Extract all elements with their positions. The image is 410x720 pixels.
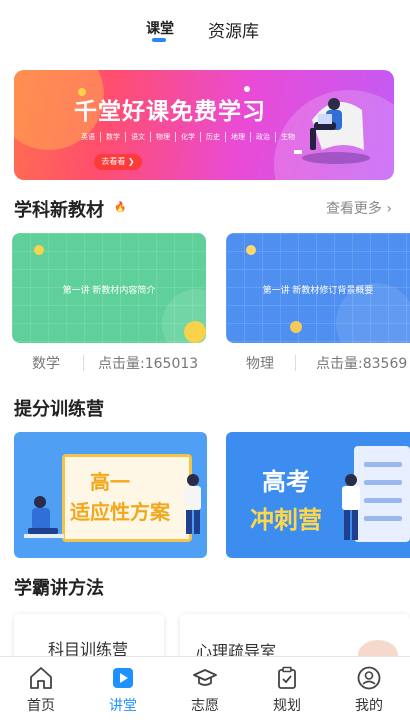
course-card-title: 第一讲 新教材内容简介 [62,286,156,296]
teacher-illustration [185,474,201,534]
active-tab-indicator [152,38,166,42]
banner-subject-list: 英语 数学 语文 物理 化学 历史 地理 政治 生物 [76,132,300,142]
card-decoration [34,245,44,255]
nav-item-plan[interactable]: 规划 [246,657,328,720]
camp-title-line1: 高考 [262,468,310,496]
top-tab-bar: 课堂 资源库 [0,0,410,58]
camp-card-gaokao[interactable]: 高考 冲刺营 [226,432,410,558]
tab-ziyuanku[interactable]: 资源库 [208,17,259,42]
student-illustration [24,496,64,538]
card-decoration [290,321,302,333]
camp-card-grade10[interactable]: 高一 适应性方案 [14,432,207,558]
nav-item-home[interactable]: 首页 [0,657,82,720]
reading-person-illustration [294,98,370,164]
meta-divider [83,355,84,371]
nav-item-mine[interactable]: 我的 [328,657,410,720]
card-decoration [184,321,206,343]
banner-subject: 英语 [76,132,101,142]
course-subject: 物理 [246,356,274,372]
nav-label: 首页 [27,698,55,714]
nav-label: 讲堂 [109,698,137,714]
banner-subject: 地理 [226,132,251,142]
camp-title-line1: 高一 [90,470,130,494]
home-icon [30,667,52,689]
course-card-math[interactable]: 第一讲 新教材内容简介 [12,233,206,343]
banner-subject: 历史 [201,132,226,142]
banner-subject: 数学 [101,132,126,142]
graduation-cap-icon [193,669,217,686]
student-illustration [342,474,360,540]
bottom-navigation: 首页 讲堂 志愿 规划 我的 [0,656,410,720]
nav-item-lecture[interactable]: 讲堂 [82,657,164,720]
clipboard-check-icon [278,666,296,689]
banner-title: 千堂好课免费学习 [74,99,266,125]
user-profile-icon [357,666,381,690]
camp-title-line2: 适应性方案 [70,500,170,524]
course-clicks: 点击量:83569 [316,356,408,372]
banner-subject: 政治 [251,132,276,142]
banner-subject: 化学 [176,132,201,142]
nav-item-volunteer[interactable]: 志愿 [164,657,246,720]
camp-title-line2: 冲刺营 [250,506,322,534]
banner-subject: 物理 [151,132,176,142]
course-clicks: 点击量:165013 [98,356,199,372]
hot-flame-icon: 🔥 [114,202,127,213]
section-title-textbook: 学科新教材 [14,200,104,221]
section-title-camp: 提分训练营 [14,399,104,420]
meta-divider [295,355,296,371]
banner-subject: 语文 [126,132,151,142]
course-card-title: 第一讲 新教材修订背景概要 [262,286,374,296]
nav-label: 我的 [355,698,383,714]
tab-ketang[interactable]: 课堂 [146,18,174,38]
card-decoration [246,245,256,255]
promo-banner[interactable]: 千堂好课免费学习 英语 数学 语文 物理 化学 历史 地理 政治 生物 去看看 … [14,70,394,180]
nav-label: 规划 [273,698,301,714]
section-title-method: 学霸讲方法 [14,578,104,599]
banner-go-button[interactable]: 去看看 ❯ [94,154,142,170]
course-subject: 数学 [32,356,60,372]
view-more-link[interactable]: 查看更多 › [326,198,392,218]
course-card-physics[interactable]: 第一讲 新教材修订背景概要 [226,233,410,343]
nav-label: 志愿 [191,698,219,714]
video-play-icon [113,668,133,688]
